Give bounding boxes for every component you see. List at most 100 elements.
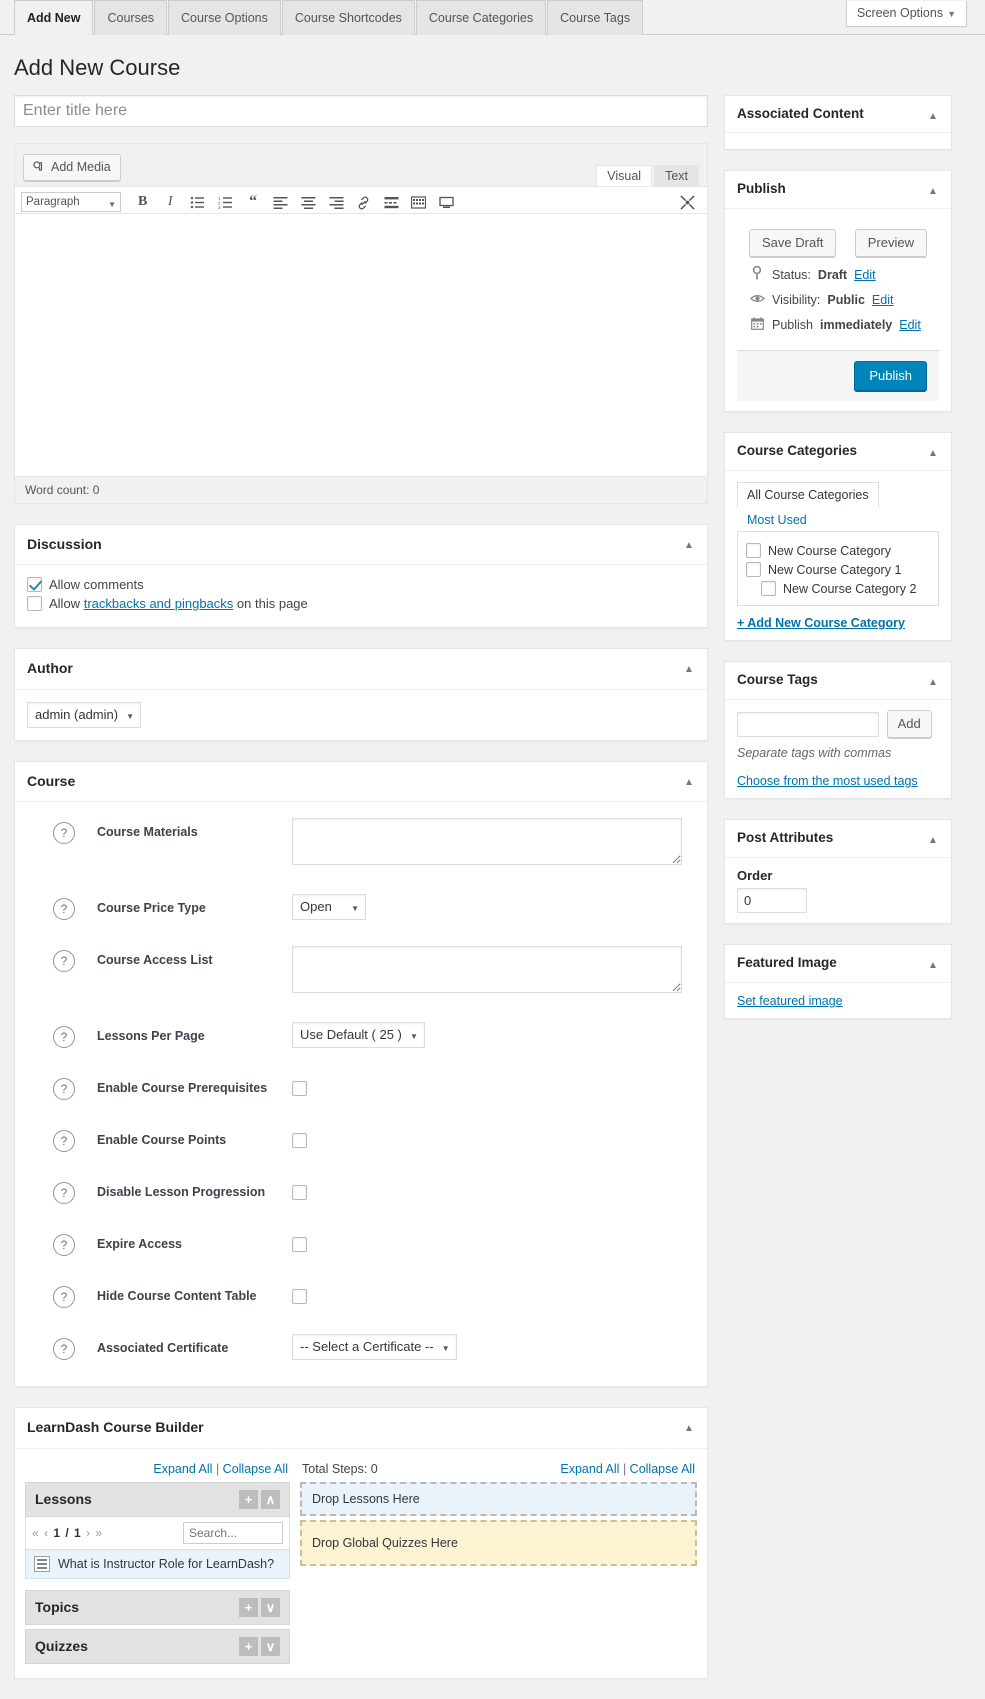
numbered-list-icon[interactable]: 123 [214, 191, 238, 213]
italic-icon[interactable]: I [158, 191, 182, 213]
builder-left-expand-all[interactable]: Expand All [153, 1462, 212, 1476]
tab-course-tags[interactable]: Course Tags [547, 0, 644, 35]
bold-icon[interactable]: B [131, 191, 155, 213]
category-checkbox-2[interactable] [761, 581, 776, 597]
categories-collapse-toggle[interactable]: ▲ [919, 439, 947, 467]
lessons-per-page-select[interactable]: Use Default ( 25 ) ▼ [292, 1022, 425, 1049]
pager-first-icon[interactable]: « [32, 1526, 40, 1540]
align-right-icon[interactable] [324, 191, 348, 213]
help-icon[interactable]: ? [53, 1234, 75, 1257]
category-list[interactable]: New Course Category New Course Category … [737, 532, 939, 607]
help-icon[interactable]: ? [53, 1026, 75, 1049]
help-icon[interactable]: ? [53, 950, 75, 973]
drag-handle-icon[interactable] [34, 1555, 50, 1572]
drop-global-quizzes-zone[interactable]: Drop Global Quizzes Here [300, 1519, 697, 1566]
tags-collapse-toggle[interactable]: ▲ [919, 668, 947, 696]
add-topic-icon[interactable]: + [239, 1597, 258, 1617]
pager-prev-icon[interactable]: ‹ [44, 1526, 49, 1540]
help-icon[interactable]: ? [53, 1286, 75, 1309]
tab-most-used[interactable]: Most Used [737, 507, 817, 532]
enable-course-prerequisites-checkbox[interactable] [292, 1081, 307, 1097]
align-center-icon[interactable] [296, 191, 320, 213]
course-materials-textarea[interactable] [292, 818, 682, 866]
builder-right-expand-all[interactable]: Expand All [560, 1462, 619, 1476]
help-icon[interactable]: ? [53, 1130, 75, 1153]
link-icon[interactable] [352, 191, 376, 213]
drop-lessons-zone[interactable]: Drop Lessons Here [300, 1481, 697, 1516]
read-more-icon[interactable] [379, 191, 403, 213]
featured-collapse-toggle[interactable]: ▲ [919, 951, 947, 979]
help-icon[interactable]: ? [53, 898, 75, 921]
chevron-up-icon[interactable]: ∧ [261, 1489, 280, 1509]
builder-right-collapse-all[interactable]: Collapse All [630, 1462, 695, 1476]
tab-all-course-categories[interactable]: All Course Categories [737, 482, 879, 508]
chevron-down-icon[interactable]: ∨ [261, 1597, 280, 1617]
tab-course-options[interactable]: Course Options [168, 0, 281, 35]
publish-collapse-toggle[interactable]: ▲ [919, 177, 947, 205]
tag-input[interactable] [737, 711, 879, 737]
choose-most-used-tags-link[interactable]: Choose from the most used tags [737, 774, 939, 788]
add-new-course-category-link[interactable]: + Add New Course Category [737, 616, 939, 630]
builder-section-topics[interactable]: Topics + ∨ [25, 1589, 290, 1625]
course-price-type-select[interactable]: Open ▼ [292, 894, 366, 921]
post-title-input[interactable] [14, 94, 708, 127]
pager-last-icon[interactable]: » [95, 1526, 103, 1540]
status-edit-link[interactable]: Edit [854, 268, 876, 282]
attributes-collapse-toggle[interactable]: ▲ [919, 826, 947, 854]
fullscreen-icon[interactable] [675, 191, 699, 213]
associated-certificate-select[interactable]: -- Select a Certificate -- ▼ [292, 1334, 457, 1361]
tab-add-new[interactable]: Add New [14, 0, 94, 35]
builder-section-lessons[interactable]: Lessons + ∧ [25, 1481, 290, 1517]
blockquote-icon[interactable]: “ [241, 191, 265, 213]
builder-collapse-toggle[interactable]: ▲ [675, 1414, 703, 1442]
builder-left-collapse-all[interactable]: Collapse All [223, 1462, 288, 1476]
visibility-edit-link[interactable]: Edit [872, 293, 894, 307]
allow-comments-checkbox[interactable] [27, 577, 42, 593]
save-draft-button[interactable]: Save Draft [749, 229, 837, 258]
set-featured-image-link[interactable]: Set featured image [737, 994, 843, 1008]
help-icon[interactable]: ? [53, 1338, 75, 1361]
publish-edit-link[interactable]: Edit [899, 318, 921, 332]
trackbacks-pingbacks-link[interactable]: trackbacks and pingbacks [84, 596, 234, 611]
help-icon[interactable]: ? [53, 1182, 75, 1205]
author-collapse-toggle[interactable]: ▲ [675, 655, 703, 683]
format-select[interactable]: Paragraph ▼ [21, 191, 121, 212]
add-lesson-icon[interactable]: + [239, 1489, 258, 1509]
add-quiz-icon[interactable]: + [239, 1636, 258, 1656]
allow-pingbacks-checkbox[interactable] [27, 596, 42, 612]
editor-content-area[interactable] [15, 213, 707, 476]
tab-course-shortcodes[interactable]: Course Shortcodes [281, 0, 415, 35]
course-access-list-textarea[interactable] [292, 946, 682, 994]
tab-text[interactable]: Text [654, 164, 699, 187]
author-select[interactable]: admin (admin) ▼ [27, 701, 142, 728]
hide-course-content-table-checkbox[interactable] [292, 1289, 307, 1305]
order-input[interactable] [737, 888, 807, 914]
preview-button[interactable]: Preview [854, 229, 927, 258]
expire-access-checkbox[interactable] [292, 1237, 307, 1253]
list-item[interactable]: What is Instructor Role for LearnDash? [25, 1549, 290, 1579]
publish-button[interactable]: Publish [854, 361, 927, 392]
discussion-collapse-toggle[interactable]: ▲ [675, 531, 703, 559]
builder-section-quizzes[interactable]: Quizzes + ∨ [25, 1628, 290, 1664]
toolbar-toggle-icon[interactable] [407, 191, 431, 213]
add-tag-button[interactable]: Add [886, 710, 932, 739]
help-icon[interactable]: ? [53, 1078, 75, 1101]
associated-content-collapse-toggle[interactable]: ▲ [919, 102, 947, 130]
chevron-down-icon[interactable]: ∨ [261, 1636, 280, 1656]
category-checkbox-0[interactable] [746, 543, 761, 559]
add-media-button[interactable]: Add Media [23, 153, 121, 181]
bulleted-list-icon[interactable] [186, 191, 210, 213]
screen-options-button[interactable]: Screen Options ▼ [845, 1, 967, 27]
tab-course-categories[interactable]: Course Categories [415, 0, 547, 35]
align-left-icon[interactable] [269, 191, 293, 213]
help-icon[interactable]: ? [53, 822, 75, 845]
course-collapse-toggle[interactable]: ▲ [675, 768, 703, 796]
tab-courses[interactable]: Courses [94, 0, 168, 35]
lessons-search-input[interactable] [183, 1521, 283, 1544]
category-checkbox-1[interactable] [746, 562, 761, 578]
enable-course-points-checkbox[interactable] [292, 1133, 307, 1149]
tab-visual[interactable]: Visual [596, 164, 653, 187]
pager-next-icon[interactable]: › [86, 1526, 91, 1540]
disable-lesson-progression-checkbox[interactable] [292, 1185, 307, 1201]
distraction-free-icon[interactable] [435, 191, 459, 213]
